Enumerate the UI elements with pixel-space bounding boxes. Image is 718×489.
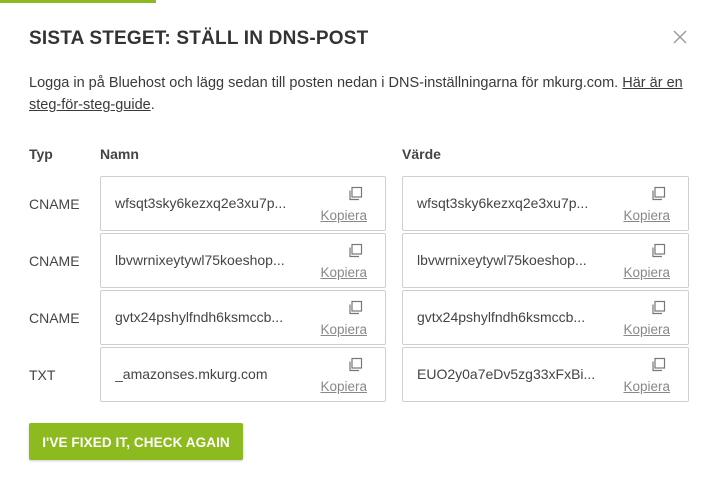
record-name-field: gvtx24pshylfndh6ksmccb... Kopiera [100, 290, 386, 345]
record-value-value: wfsqt3sky6kezxq2e3xu7p... [417, 195, 589, 211]
copy-value-link[interactable]: Kopiera [623, 322, 670, 337]
column-header-value: Värde [402, 146, 441, 162]
record-value-field: gvtx24pshylfndh6ksmccb... Kopiera [402, 290, 689, 345]
copy-icon[interactable] [650, 357, 666, 373]
copy-icon[interactable] [347, 357, 363, 373]
check-again-button[interactable]: I'VE FIXED IT, CHECK AGAIN [29, 423, 243, 460]
dns-record-row: CNAME gvtx24pshylfndh6ksmccb... Kopiera … [0, 290, 718, 347]
copy-value-link[interactable]: Kopiera [623, 265, 670, 280]
copy-icon[interactable] [347, 243, 363, 259]
copy-name-link[interactable]: Kopiera [320, 208, 367, 223]
record-type: CNAME [29, 196, 80, 212]
record-type: CNAME [29, 253, 80, 269]
copy-icon[interactable] [650, 300, 666, 316]
record-value-value: gvtx24pshylfndh6ksmccb... [417, 309, 586, 325]
record-name-value: lbvwrnixeytywl75koeshop... [115, 252, 285, 268]
dns-record-row: TXT _amazonses.mkurg.com Kopiera EUO2y0a… [0, 347, 718, 404]
copy-name-link[interactable]: Kopiera [320, 322, 367, 337]
copy-icon[interactable] [347, 186, 363, 202]
close-icon[interactable] [668, 25, 692, 49]
intro-text: Logga in på Bluehost och lägg sedan till… [29, 72, 694, 116]
record-name-field: _amazonses.mkurg.com Kopiera [100, 347, 386, 402]
record-type: CNAME [29, 310, 80, 326]
copy-value-link[interactable]: Kopiera [623, 379, 670, 394]
intro-body: Logga in på Bluehost och lägg sedan till… [29, 75, 623, 91]
copy-name-link[interactable]: Kopiera [320, 265, 367, 280]
record-name-value: _amazonses.mkurg.com [115, 366, 268, 382]
column-header-type: Typ [29, 146, 53, 162]
copy-icon[interactable] [650, 243, 666, 259]
record-name-value: wfsqt3sky6kezxq2e3xu7p... [115, 195, 287, 211]
record-type: TXT [29, 367, 56, 383]
copy-icon[interactable] [650, 186, 666, 202]
record-value-value: lbvwrnixeytywl75koeshop... [417, 252, 587, 268]
record-name-value: gvtx24pshylfndh6ksmccb... [115, 309, 284, 325]
record-value-value: EUO2y0a7eDv5zg33xFxBi... [417, 366, 596, 382]
dns-record-row: CNAME lbvwrnixeytywl75koeshop... Kopiera… [0, 233, 718, 290]
dialog-title: SISTA STEGET: STÄLL IN DNS-POST [29, 28, 369, 49]
dns-record-row: CNAME wfsqt3sky6kezxq2e3xu7p... Kopiera … [0, 176, 718, 233]
record-value-field: wfsqt3sky6kezxq2e3xu7p... Kopiera [402, 176, 689, 231]
record-value-field: lbvwrnixeytywl75koeshop... Kopiera [402, 233, 689, 288]
record-name-field: lbvwrnixeytywl75koeshop... Kopiera [100, 233, 386, 288]
intro-end: . [150, 97, 155, 113]
copy-icon[interactable] [347, 300, 363, 316]
copy-name-link[interactable]: Kopiera [320, 379, 367, 394]
column-header-name: Namn [100, 146, 139, 162]
copy-value-link[interactable]: Kopiera [623, 208, 670, 223]
dns-setup-dialog: SISTA STEGET: STÄLL IN DNS-POST Logga in… [0, 0, 718, 489]
record-name-field: wfsqt3sky6kezxq2e3xu7p... Kopiera [100, 176, 386, 231]
progress-bar [0, 0, 156, 3]
record-value-field: EUO2y0a7eDv5zg33xFxBi... Kopiera [402, 347, 689, 402]
